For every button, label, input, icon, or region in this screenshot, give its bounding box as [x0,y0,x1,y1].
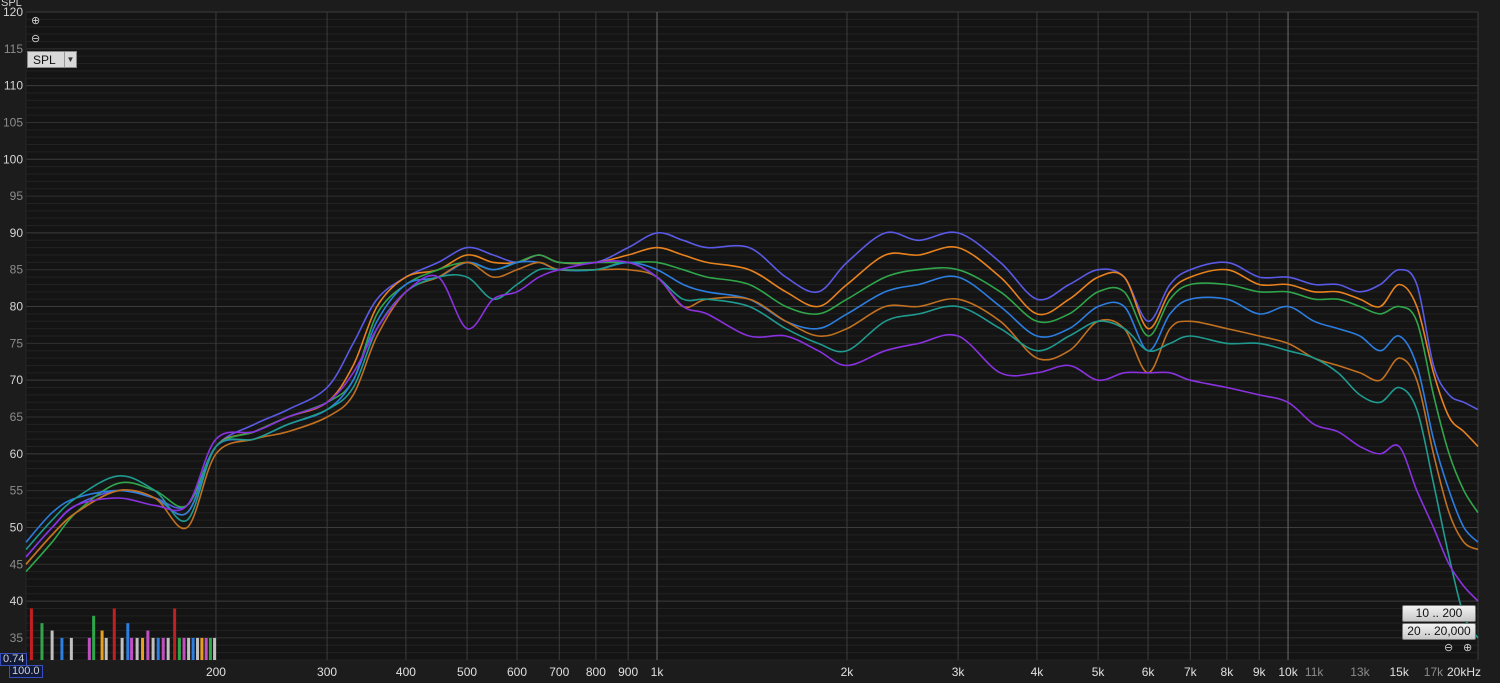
x-tick-label: 8k [1221,665,1235,679]
bar-marker [69,637,73,660]
x-tick-label: 10k [1278,665,1298,679]
x-tick-label: 800 [586,665,606,679]
bar-marker [191,637,195,660]
x-tick-label: 300 [317,665,337,679]
zoom-out-x-icon[interactable]: ⊖ [1444,643,1453,654]
y-tick-label: 45 [10,557,24,571]
zoom-in-icon[interactable]: ⊕ [31,16,40,27]
x-tick-label: 13k [1350,665,1370,679]
bar-marker [126,623,130,660]
y-tick-label: 60 [10,447,24,461]
spl-dropdown[interactable]: SPL ▼ [27,51,77,68]
x-tick-label: 1k [651,665,665,679]
bar-marker [151,637,155,660]
bar-marker [120,637,124,660]
y-tick-label: 50 [10,520,24,534]
bar-marker [156,637,160,660]
bar-marker [141,637,145,660]
bar-marker [50,630,54,660]
cursor-frequency-readout: 100.0 [9,665,43,678]
bar-marker [87,637,91,660]
y-tick-label: 55 [10,484,24,498]
x-tick-label: 3k [952,665,966,679]
chevron-down-icon: ▼ [64,52,76,67]
bar-marker [200,637,204,660]
y-tick-label: 95 [10,189,24,203]
x-tick-label: 6k [1142,665,1156,679]
x-tick-label: 20kHz [1447,665,1481,679]
bar-marker [187,637,191,660]
y-tick-label: 80 [10,300,24,314]
y-tick-label: 85 [10,263,24,277]
x-tick-label: 200 [206,665,226,679]
bar-marker [29,608,33,660]
y-tick-label: 35 [10,631,24,645]
bar-marker [182,637,186,660]
bar-marker [213,637,217,660]
spl-dropdown-label: SPL [33,53,56,67]
bar-marker [146,630,150,660]
x-tick-label: 4k [1031,665,1045,679]
bar-marker [130,637,134,660]
zoom-in-x-icon[interactable]: ⊕ [1463,643,1472,654]
x-tick-label: 7k [1184,665,1198,679]
y-tick-label: 75 [10,336,24,350]
y-tick-label: 65 [10,410,24,424]
bar-marker [177,637,181,660]
y-tick-label: 105 [3,115,23,129]
y-tick-label: 115 [4,42,23,56]
y-tick-label: 70 [10,373,24,387]
y-tick-label: 40 [10,594,24,608]
x-tick-labels: 200 300 400 500 600 700 800 900 1k 2k 3k 4k 5k 6k 7k 8k… [206,665,1481,679]
x-tick-label: 400 [396,665,416,679]
spl-frequency-chart[interactable]: 1201151101051009590858075706560555045403… [0,0,1500,683]
bar-marker [208,637,212,660]
bar-marker [166,637,170,660]
bar-marker [92,615,96,660]
x-tick-label: 17k [1424,665,1444,679]
x-tick-label: 5k [1092,665,1106,679]
y-tick-label: 110 [4,79,23,93]
x-tick-label: 700 [549,665,569,679]
bar-marker [112,608,116,660]
x-tick-label: 900 [618,665,638,679]
x-tick-label: 600 [507,665,527,679]
bar-marker [60,637,64,660]
bar-marker [204,637,208,660]
bar-marker [135,637,139,660]
x-tick-label: 15k [1389,665,1409,679]
y-tick-labels: 1201151101051009590858075706560555045403… [3,5,23,645]
x-tick-label: 500 [457,665,477,679]
x-tick-label: 2k [841,665,855,679]
span-range-button[interactable]: 20 .. 20,000 [1402,623,1476,640]
bar-marker [100,630,104,660]
bar-marker [104,637,108,660]
bar-marker [173,608,177,660]
y-tick-label: 100 [3,152,23,166]
bar-marker [161,637,165,660]
y-axis-title: SPL [1,0,22,9]
bar-marker [40,623,44,660]
bar-marker [196,637,200,660]
y-tick-label: 90 [10,226,24,240]
x-tick-label: 9k [1253,665,1267,679]
freq-range-button[interactable]: 10 .. 200 [1402,605,1476,622]
zoom-out-icon[interactable]: ⊖ [31,34,40,45]
x-tick-label: 11k [1305,665,1324,679]
